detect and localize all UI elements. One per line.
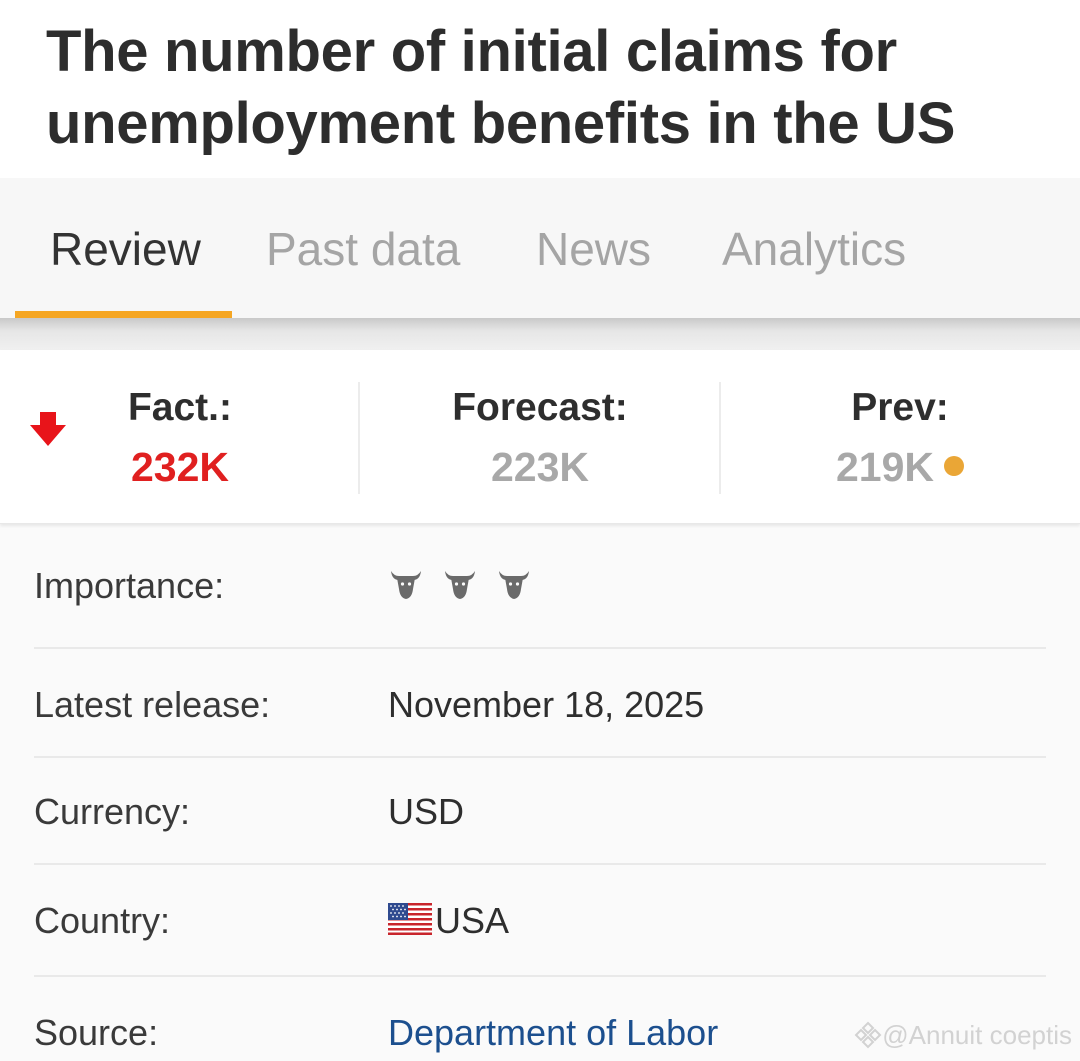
page-title: The number of initial claims for unemplo… (46, 19, 956, 156)
latest-release-value: November 18, 2025 (388, 684, 705, 725)
tab-news[interactable]: News (536, 222, 651, 276)
bull-icon (391, 571, 421, 600)
prev-value: 219K (835, 444, 934, 490)
bull-icon (445, 571, 475, 600)
importance-label: Importance: (34, 565, 225, 606)
country-name: USA (435, 900, 510, 941)
tab-analytics[interactable]: Analytics (722, 222, 906, 276)
tab-past-data[interactable]: Past data (266, 222, 460, 276)
stat-prev: Prev: 219K (720, 350, 1080, 523)
currency-value: USD (388, 791, 465, 832)
source-link[interactable]: Department of Labor (388, 1012, 718, 1054)
country-row: Country: USA (34, 864, 1046, 977)
importance-row: Importance: (34, 523, 1046, 649)
stats-panel: Fact.: 232K Forecast: 223K Prev: 219K (0, 350, 1080, 524)
stat-fact: Fact.: 232K (0, 350, 360, 523)
title-section: The number of initial claims for unemplo… (0, 0, 1080, 178)
country-value: USA (388, 900, 509, 942)
tab-review[interactable]: Review (50, 222, 201, 276)
forecast-label: Forecast: (452, 386, 628, 429)
currency-label: Currency: (34, 791, 191, 832)
us-flag-icon (388, 903, 432, 936)
tab-bar: Review Past data News Analytics (0, 178, 1080, 318)
fact-value: 232K (130, 444, 229, 490)
revision-dot-icon (944, 456, 964, 477)
tab-bar-shadow (0, 318, 1080, 350)
binance-logo-icon (854, 1021, 882, 1049)
stat-forecast: Forecast: 223K (360, 350, 720, 523)
fact-label: Fact.: (127, 386, 232, 429)
source-label: Source: (34, 1012, 159, 1053)
watermark-text: @Annuit coeptis (882, 1019, 1072, 1050)
prev-label: Prev: (851, 386, 949, 429)
country-label: Country: (34, 900, 171, 941)
bull-icon (499, 571, 529, 600)
currency-row: Currency: USD (34, 757, 1046, 865)
prev-value-wrap: 219K (720, 444, 1080, 491)
importance-value (388, 561, 550, 603)
latest-release-row: Latest release: November 18, 2025 (34, 648, 1046, 758)
latest-release-label: Latest release: (34, 684, 271, 725)
watermark: @Annuit coeptis (854, 1020, 1072, 1051)
forecast-value: 223K (490, 444, 589, 490)
